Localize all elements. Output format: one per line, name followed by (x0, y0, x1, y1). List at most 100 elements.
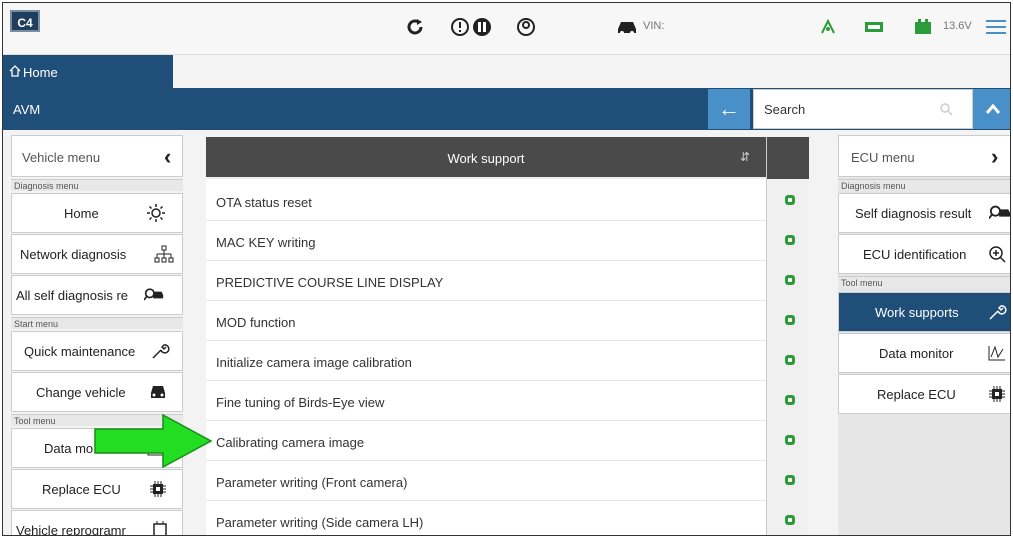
list-item[interactable]: MOD function (206, 301, 766, 341)
left-item-label: Vehicle reprogramr (16, 523, 126, 536)
left-item-label: Home (64, 206, 99, 221)
app-logo: C4 (10, 10, 40, 32)
back-button[interactable]: ← (708, 89, 750, 129)
section-diagnosis-menu: Diagnosis menu (11, 179, 183, 191)
status-indicator-icon (785, 435, 795, 445)
search-label: Search (764, 102, 806, 117)
left-item-home[interactable]: Home (11, 193, 183, 233)
list-item-label: Parameter writing (Front camera) (216, 475, 408, 490)
chevron-right-icon[interactable]: › (991, 144, 998, 170)
right-item-label: Self diagnosis result (855, 206, 972, 221)
left-item-label: Replace ECU (42, 482, 121, 497)
system-title: AVM (13, 102, 41, 117)
search-icon[interactable] (939, 102, 953, 116)
vin-label: VIN: (643, 20, 665, 32)
list-item[interactable]: OTA status reset (206, 181, 766, 221)
list-item-label: Parameter writing (Side camera LH) (216, 515, 424, 530)
collapse-button[interactable] (973, 89, 1010, 129)
zoom-in-icon (989, 246, 1006, 263)
ecu-menu-title: ECU menu (851, 150, 915, 165)
left-item-vehicle-reprogramming[interactable]: Vehicle reprogramr (11, 510, 183, 536)
sort-icon[interactable]: ⇵ (740, 150, 750, 164)
right-item-label: ECU identification (863, 247, 967, 262)
pause-icon[interactable] (472, 17, 492, 37)
list-item[interactable]: Calibrating camera image (206, 421, 766, 461)
list-item-label: OTA status reset (216, 195, 312, 210)
data-monitor-icon (988, 345, 1005, 361)
chip-icon (989, 386, 1005, 402)
list-item[interactable]: Fine tuning of Birds-Eye view (206, 381, 766, 421)
right-item-ecu-identification[interactable]: ECU identification (838, 234, 1010, 274)
chevron-left-icon[interactable]: ‹ (164, 144, 171, 170)
home-icon (9, 65, 21, 77)
vehicle-menu-panel: Vehicle menu ‹ Diagnosis menu Home Netwo… (11, 135, 183, 535)
tab-home-label: Home (23, 65, 58, 80)
work-support-header[interactable]: Work support ⇵ (206, 137, 766, 179)
chip-icon (150, 481, 166, 497)
status-indicator-icon (785, 515, 795, 525)
status-indicator-icon (785, 235, 795, 245)
vehicle-menu-title: Vehicle menu (22, 150, 101, 165)
hamburger-menu-icon[interactable] (985, 17, 1007, 37)
list-item-label: MOD function (216, 315, 296, 330)
section-tool-menu: Tool menu (838, 276, 1010, 288)
right-item-data-monitor[interactable]: Data monitor (838, 333, 1010, 373)
ecu-menu-header[interactable]: ECU menu › (838, 135, 1010, 177)
list-item-label: Initialize camera image calibration (216, 355, 412, 370)
tab-home[interactable]: Home (3, 55, 173, 88)
left-item-all-self-diagnosis[interactable]: All self diagnosis re (11, 275, 183, 315)
user-icon[interactable] (516, 17, 536, 37)
list-item[interactable]: Parameter writing (Front camera) (206, 461, 766, 501)
list-item-label: Calibrating camera image (216, 435, 365, 450)
right-item-label: Data monitor (879, 346, 954, 361)
list-item[interactable]: Initialize camera image calibration (206, 341, 766, 381)
connection-icon (821, 18, 835, 34)
top-toolbar: C4 VIN: 13.6V (3, 3, 1010, 55)
app-window: C4 VIN: 13.6V Home AVM ← Search Vehicle … (2, 2, 1011, 536)
arrow-left-icon: ← (718, 96, 740, 121)
status-indicator-icon (785, 195, 795, 205)
right-item-self-diagnosis-result[interactable]: Self diagnosis result (838, 193, 1010, 233)
chevron-up-icon (985, 103, 1000, 114)
ecu-menu-panel: ECU menu › Diagnosis menu Self diagnosis… (838, 135, 1010, 535)
gear-icon (147, 204, 165, 222)
right-item-work-supports[interactable]: Work supports (838, 292, 1010, 332)
section-diagnosis-menu: Diagnosis menu (838, 179, 1010, 191)
reprogram-icon (153, 521, 167, 535)
wrench-icon (152, 344, 170, 359)
right-item-label: Work supports (875, 305, 959, 320)
search-box[interactable]: Search (753, 89, 973, 129)
left-item-quick-maintenance[interactable]: Quick maintenance (11, 331, 183, 371)
left-item-change-vehicle[interactable]: Change vehicle (11, 372, 183, 412)
right-item-label: Replace ECU (877, 387, 956, 402)
left-item-label: Network diagnosis (20, 247, 127, 262)
list-item-label: MAC KEY writing (216, 235, 316, 250)
wrench-icon (989, 305, 1007, 320)
right-item-replace-ecu[interactable]: Replace ECU (838, 374, 1010, 414)
left-item-label: All self diagnosis re (16, 288, 128, 303)
pointer-arrow-icon (94, 413, 213, 469)
left-item-label: Quick maintenance (24, 344, 136, 359)
status-indicator-icon (785, 475, 795, 485)
refresh-icon[interactable] (405, 17, 425, 37)
info-icon[interactable] (450, 17, 470, 37)
list-item[interactable]: PREDICTIVE COURSE LINE DISPLAY (206, 261, 766, 301)
network-icon (154, 245, 174, 263)
battery-icon (915, 19, 931, 34)
status-indicator-icon (785, 395, 795, 405)
status-indicator-icon (785, 275, 795, 285)
left-item-network-diagnosis[interactable]: Network diagnosis (11, 234, 183, 274)
section-start-menu: Start menu (11, 317, 183, 329)
work-support-list: Work support ⇵ OTA status reset MAC KEY … (206, 137, 766, 535)
left-item-replace-ecu[interactable]: Replace ECU (11, 469, 183, 509)
car-icon (618, 22, 636, 35)
list-item[interactable]: MAC KEY writing (206, 221, 766, 261)
status-indicator-icon (785, 315, 795, 325)
list-item-label: PREDICTIVE COURSE LINE DISPLAY (216, 275, 444, 290)
status-indicator-icon (785, 355, 795, 365)
car-search-icon (989, 205, 1010, 220)
vci-icon (865, 22, 883, 32)
vehicle-menu-header[interactable]: Vehicle menu ‹ (11, 135, 183, 177)
status-column-header (767, 137, 809, 179)
list-item[interactable]: Parameter writing (Side camera LH) (206, 501, 766, 535)
